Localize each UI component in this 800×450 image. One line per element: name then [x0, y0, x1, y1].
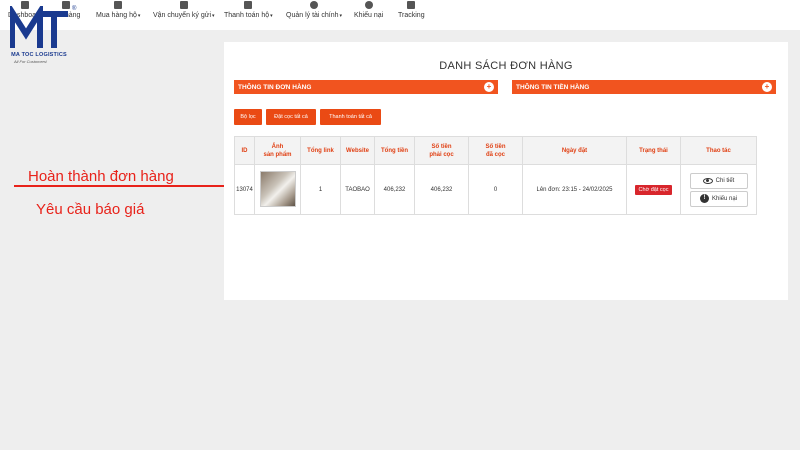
pay-all-button[interactable]: Thanh toán tất cả: [320, 109, 381, 125]
box-icon: [179, 1, 188, 9]
col-image-line2: sản phẩm: [263, 151, 292, 158]
cell-website: TAOBAO: [340, 164, 375, 215]
nav-label: Thanh toán hộ: [224, 12, 270, 19]
chevron-down-icon: ▾: [212, 12, 215, 19]
logo-tagline: All For Customers!: [14, 59, 48, 64]
table-row: 13074 1 TAOBAO 406,232 406,232 0 Lên đơn…: [234, 164, 757, 215]
logo-mark: [10, 6, 68, 48]
detail-button-label: Chi tiết: [715, 177, 735, 184]
section-money-info[interactable]: THÔNG TIN TIỀN HÀNG +: [512, 80, 776, 94]
col-status: Trạng thái: [626, 136, 681, 165]
col-website: Website: [340, 136, 375, 165]
truck-icon: [407, 1, 416, 9]
top-nav: Dashboard Giỏ hàng Mua hàng hộ ▾ Vận chuy…: [0, 0, 800, 30]
nav-label: Quản lý tài chính: [286, 12, 339, 19]
cell-id: 13074: [234, 164, 255, 215]
complaint-button-label: Khiếu nại: [711, 195, 738, 202]
col-image-line1: Ảnh: [271, 143, 284, 150]
col-deposited-line1: Số tiền: [485, 143, 506, 150]
logo-name: MA TOC LOGISTICS: [11, 52, 67, 58]
chevron-down-icon: ▾: [339, 12, 343, 19]
logo-reg: ®: [72, 6, 77, 12]
cell-total-amount: 406,232: [374, 164, 415, 215]
annotation-arrow: [14, 181, 240, 191]
order-table: ID Ảnh sản phẩm Tổng link Website Tổng ti…: [234, 136, 757, 215]
cell-deposit-required: 406,232: [414, 164, 469, 215]
nav-label: Mua hàng hộ: [96, 12, 137, 19]
shopping-icon: [114, 1, 123, 9]
wallet-icon: [244, 1, 253, 9]
complaint-button[interactable]: ! Khiếu nại: [689, 190, 748, 207]
col-deposit-line2: phải cọc: [429, 151, 454, 158]
alert-icon: [364, 1, 373, 9]
nav-label: Tracking: [398, 12, 425, 19]
cell-status: Chờ đặt cọc: [626, 164, 681, 215]
section-order-info[interactable]: THÔNG TIN ĐƠN HÀNG +: [234, 80, 498, 94]
cell-deposited: 0: [468, 164, 523, 215]
nav-item-finance[interactable]: Quản lý tài chính ▾: [286, 0, 342, 30]
page-title: DANH SÁCH ĐƠN HÀNG: [439, 60, 573, 72]
chevron-down-icon: ▾: [137, 12, 141, 19]
alert-icon: !: [699, 194, 709, 203]
nav-item-payment[interactable]: Thanh toán hộ ▾: [224, 0, 273, 30]
table-header-row: ID Ảnh sản phẩm Tổng link Website Tổng ti…: [234, 136, 757, 165]
status-badge: Chờ đặt cọc: [634, 184, 673, 195]
col-deposited: Số tiền đã cọc: [468, 136, 523, 165]
nav-label: Khiếu nại: [354, 12, 384, 19]
detail-button[interactable]: Chi tiết: [689, 172, 748, 189]
chevron-down-icon: ▾: [270, 12, 273, 19]
order-list-panel: DANH SÁCH ĐƠN HÀNG THÔNG TIN ĐƠN HÀNG + …: [224, 42, 788, 300]
filter-button[interactable]: Bộ lọc: [234, 109, 262, 125]
cell-image: [254, 164, 301, 215]
expand-icon[interactable]: +: [762, 82, 772, 92]
col-deposit-required: Số tiền phải cọc: [414, 136, 469, 165]
col-total-links: Tổng link: [300, 136, 341, 165]
section-money-info-label: THÔNG TIN TIỀN HÀNG: [516, 83, 590, 91]
col-date: Ngày đặt: [522, 136, 627, 165]
logo[interactable]: ® MA TOC LOGISTICS All For Customers!: [6, 6, 76, 66]
cell-date: Lên đơn: 23:15 - 24/02/2025: [522, 164, 627, 215]
col-actions: Thao tác: [680, 136, 757, 165]
nav-item-buy[interactable]: Mua hàng hộ ▾: [96, 0, 140, 30]
col-total-amount: Tổng tiền: [374, 136, 415, 165]
col-deposited-line2: đã cọc: [485, 151, 505, 158]
annotation-quote-request: Yêu cầu báo giá: [36, 201, 145, 218]
section-order-info-label: THÔNG TIN ĐƠN HÀNG: [238, 83, 312, 91]
col-deposit-line1: Số tiền: [431, 143, 452, 150]
cell-actions: Chi tiết ! Khiếu nại: [680, 164, 757, 215]
expand-icon[interactable]: +: [484, 82, 494, 92]
dollar-icon: [310, 1, 319, 9]
nav-item-complaint[interactable]: Khiếu nại: [354, 0, 383, 30]
nav-item-tracking[interactable]: Tracking: [398, 0, 425, 30]
col-image: Ảnh sản phẩm: [254, 136, 301, 165]
nav-item-shipping[interactable]: Vận chuyển ký gửi ▾: [153, 0, 215, 30]
eye-icon: [702, 177, 713, 184]
deposit-all-button[interactable]: Đặt cọc tất cả: [266, 109, 316, 125]
nav-label: Vận chuyển ký gửi: [153, 12, 211, 19]
cell-total-links: 1: [300, 164, 341, 215]
col-id: ID: [234, 136, 255, 165]
product-thumbnail[interactable]: [259, 170, 296, 207]
